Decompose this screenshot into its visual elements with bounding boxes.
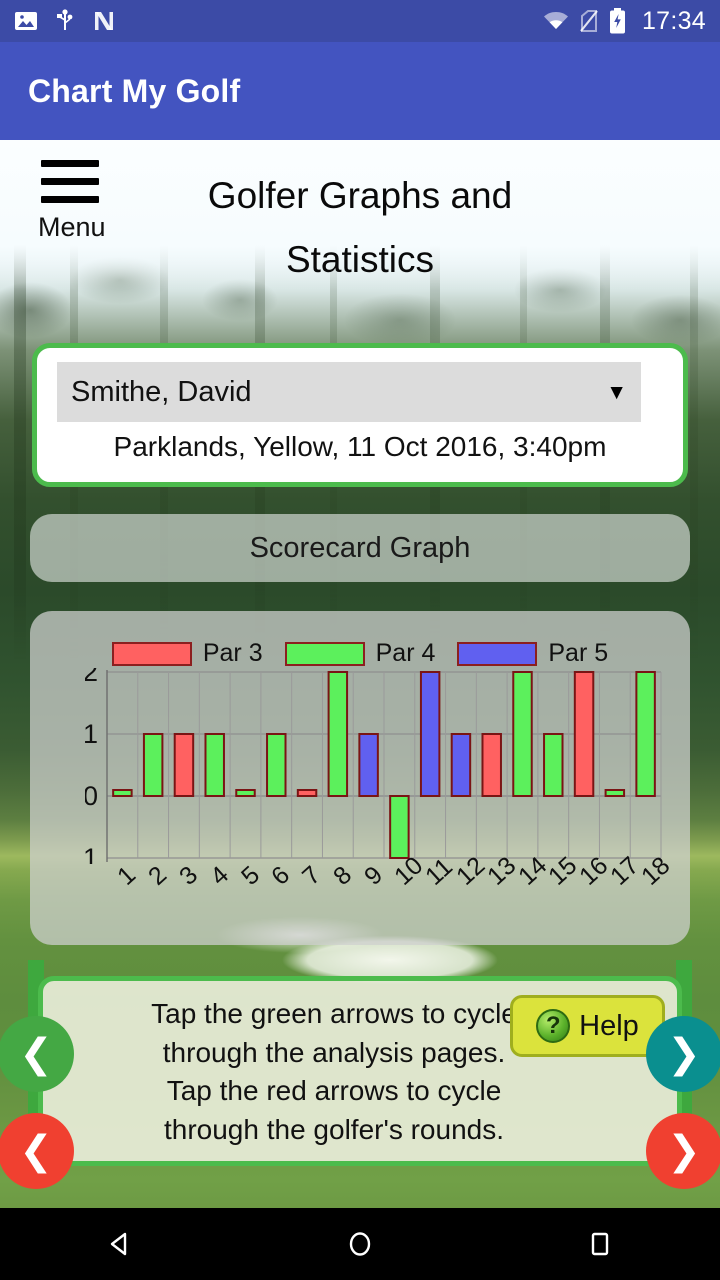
chart-bar <box>327 671 349 797</box>
sim-card-off-icon <box>580 10 598 32</box>
chart-bar <box>266 733 287 797</box>
chart-bar <box>142 733 164 797</box>
selected-golfer-label: Smithe, David <box>71 375 252 408</box>
chart-bar <box>543 733 564 797</box>
legend-item-par5: Par 5 <box>457 639 608 668</box>
question-mark-icon: ? <box>536 1009 571 1043</box>
menu-button-label: Menu <box>38 212 106 242</box>
next-page-button[interactable]: ❯ <box>646 1016 720 1092</box>
legend-label-par5: Par 5 <box>548 639 609 667</box>
x-axis-tick-label: 7 <box>297 860 327 891</box>
x-axis-tick-label: 4 <box>204 860 234 891</box>
chart-bar <box>450 733 472 797</box>
menu-button[interactable]: Menu <box>38 160 106 242</box>
legend-item-par3: Par 3 <box>111 639 263 668</box>
x-axis-tick-label: 5 <box>235 860 265 891</box>
chart-plot-area: 2 1 0 -1 <box>85 668 665 864</box>
chart-bar <box>235 789 256 797</box>
chart-x-axis-labels: 1 2 3 4 5 6 7 8 9 10 11 12 13 14 15 16 17 18 <box>85 851 675 924</box>
recents-icon <box>591 1232 609 1256</box>
image-icon <box>15 12 37 30</box>
golfer-select-dropdown[interactable]: Smithe, David ▼ <box>57 362 641 422</box>
page-title-line2: Statistics <box>285 238 435 280</box>
scorecard-graph-title: Scorecard Graph <box>249 531 471 564</box>
scorecard-bar-chart: 2 1 0 -1 <box>85 668 662 864</box>
home-icon <box>349 1232 371 1256</box>
x-axis-tick-label: 6 <box>266 860 296 891</box>
chart-bar <box>604 789 626 797</box>
svg-text:-1: -1 <box>85 843 98 864</box>
previous-round-button[interactable]: ❮ <box>0 1113 74 1189</box>
legend-swatch-par4 <box>284 641 365 666</box>
svg-text:2: 2 <box>85 668 98 687</box>
next-round-button[interactable]: ❯ <box>646 1113 720 1189</box>
app-screen: 17:34 Chart My Golf Menu Golfer Graphs a… <box>0 0 720 1280</box>
status-bar-clock: 17:34 <box>641 6 706 35</box>
legend-label-par3: Par 3 <box>202 639 263 667</box>
legend-swatch-par5 <box>457 641 538 666</box>
chart-bar <box>573 671 595 797</box>
instructions-line-4: through the golfer's rounds. <box>163 1113 504 1145</box>
chart-bar <box>358 733 379 797</box>
battery-charging-icon <box>609 8 625 34</box>
x-axis-tick-label: 3 <box>173 860 204 891</box>
chevron-down-icon: ▼ <box>606 380 627 404</box>
help-button[interactable]: ? Help <box>510 995 665 1057</box>
x-axis-tick-label: 8 <box>327 860 357 891</box>
x-axis-tick-label: 2 <box>143 860 173 891</box>
legend-swatch-par3 <box>111 641 192 666</box>
chart-bar <box>512 671 533 797</box>
round-info-label: Parklands, Yellow, 11 Oct 2016, 3:40pm <box>113 431 607 462</box>
chart-bar <box>296 789 318 797</box>
home-button[interactable] <box>300 1208 420 1280</box>
chart-bar <box>112 789 133 797</box>
chart-bar <box>481 733 502 797</box>
instructions-line-3: Tap the red arrows to cycle <box>166 1075 502 1107</box>
instructions-panel: Tap the green arrows to cycle through th… <box>38 976 682 1166</box>
page-title: Golfer Graphs and Statistics <box>140 164 580 291</box>
nfc-icon <box>95 12 113 30</box>
svg-text:0: 0 <box>85 781 98 811</box>
app-bar: Chart My Golf <box>0 42 720 140</box>
chart-bar <box>173 733 195 797</box>
legend-label-par4: Par 4 <box>375 639 436 667</box>
previous-page-button[interactable]: ❮ <box>0 1016 74 1092</box>
recents-button[interactable] <box>540 1208 660 1280</box>
chart-bar <box>389 795 410 859</box>
app-title: Chart My Golf <box>28 72 241 109</box>
wifi-icon <box>543 12 568 29</box>
help-button-label: Help <box>579 1009 639 1042</box>
system-navigation-bar <box>0 1208 720 1280</box>
x-axis-tick-label: 9 <box>358 860 388 891</box>
scorecard-chart-panel: Par 3 Par 4 Par 5 210-1 1234567891011121… <box>30 611 690 945</box>
status-bar-right-icons: 17:34 <box>543 7 706 36</box>
back-icon <box>110 1232 127 1256</box>
status-bar-left-icons <box>14 9 116 33</box>
legend-item-par4: Par 4 <box>284 639 436 668</box>
page-title-line1: Golfer Graphs and <box>207 175 513 216</box>
usb-icon <box>57 9 73 30</box>
hamburger-icon <box>41 160 99 203</box>
scorecard-graph-title-bar[interactable]: Scorecard Graph <box>30 514 690 582</box>
svg-text:1: 1 <box>85 719 98 749</box>
x-axis-tick-label: 1 <box>112 860 142 891</box>
page-header: Menu Golfer Graphs and Statistics <box>0 140 720 290</box>
chart-bar <box>419 671 441 797</box>
chart-bar <box>204 733 225 797</box>
chart-legend: Par 3 Par 4 Par 5 <box>30 639 690 668</box>
chart-bar <box>635 671 656 797</box>
status-bar: 17:34 <box>0 0 720 42</box>
back-button[interactable] <box>60 1208 180 1280</box>
golfer-selection-card: Smithe, David ▼ Parklands, Yellow, 11 Oc… <box>32 343 688 487</box>
